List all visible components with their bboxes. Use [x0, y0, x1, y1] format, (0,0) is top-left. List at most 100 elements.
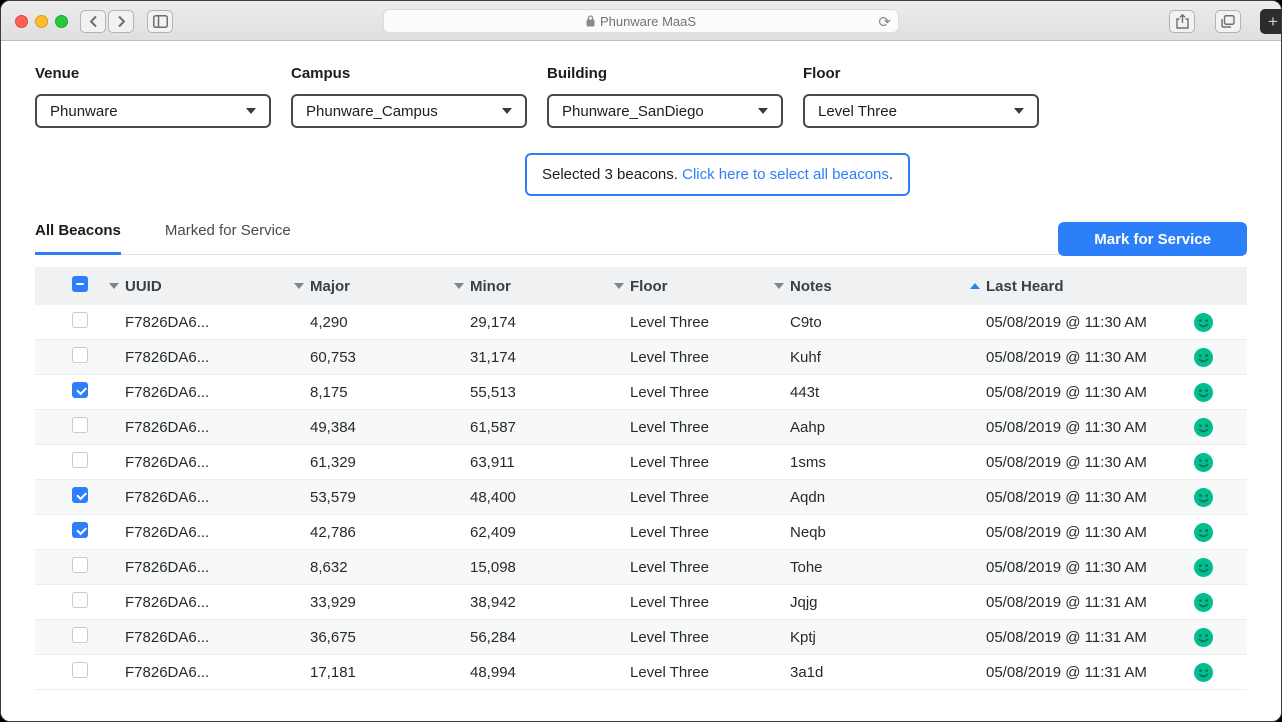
cell-uuid: F7826DA6...	[101, 454, 286, 471]
row-checkbox-cell	[35, 452, 101, 472]
table-row: F7826DA6... 17,181 48,994 Level Three 3a…	[35, 655, 1247, 690]
row-checkbox-cell	[35, 522, 101, 542]
healthy-smiley-icon	[1194, 628, 1213, 647]
table-row: F7826DA6... 8,175 55,513 Level Three 443…	[35, 375, 1247, 410]
row-checkbox[interactable]	[72, 417, 88, 433]
cell-last-heard: 05/08/2019 @ 11:30 AM	[962, 489, 1187, 506]
column-header-major[interactable]: Major	[286, 278, 446, 295]
row-checkbox[interactable]	[72, 347, 88, 363]
cell-uuid: F7826DA6...	[101, 349, 286, 366]
table-row: F7826DA6... 61,329 63,911 Level Three 1s…	[35, 445, 1247, 480]
cell-status	[1187, 593, 1247, 612]
chevron-down-icon	[502, 108, 512, 114]
column-header-minor[interactable]: Minor	[446, 278, 606, 295]
sort-down-icon[interactable]	[294, 283, 304, 289]
tab-all-beacons[interactable]: All Beacons	[35, 222, 121, 255]
table-row: F7826DA6... 33,929 38,942 Level Three Jq…	[35, 585, 1247, 620]
cell-floor: Level Three	[606, 629, 766, 646]
cell-status	[1187, 628, 1247, 647]
minimize-button[interactable]	[35, 15, 48, 28]
page-title: Phunware MaaS	[600, 14, 696, 29]
chevron-down-icon	[1014, 108, 1024, 114]
cell-minor: 61,587	[446, 419, 606, 436]
cell-minor: 62,409	[446, 524, 606, 541]
selection-notice-period: .	[889, 166, 893, 183]
cell-minor: 48,400	[446, 489, 606, 506]
healthy-smiley-icon	[1194, 383, 1213, 402]
share-icon	[1176, 14, 1189, 29]
table-row: F7826DA6... 53,579 48,400 Level Three Aq…	[35, 480, 1247, 515]
building-select[interactable]: Phunware_SanDiego	[547, 94, 783, 128]
cell-floor: Level Three	[606, 559, 766, 576]
share-button[interactable]	[1169, 10, 1195, 33]
sort-up-icon[interactable]	[970, 283, 980, 289]
cell-last-heard: 05/08/2019 @ 11:31 AM	[962, 664, 1187, 681]
tab-overview-button[interactable]	[1215, 10, 1241, 33]
cell-minor: 31,174	[446, 349, 606, 366]
sort-down-icon[interactable]	[774, 283, 784, 289]
sidebar-toggle-button[interactable]	[147, 10, 173, 33]
table-row: F7826DA6... 49,384 61,587 Level Three Aa…	[35, 410, 1247, 445]
refresh-icon[interactable]: ⟳	[878, 13, 891, 31]
floor-filter: Floor Level Three	[803, 65, 1039, 128]
zoom-button[interactable]	[55, 15, 68, 28]
row-checkbox-cell	[35, 627, 101, 647]
row-checkbox[interactable]	[72, 312, 88, 328]
lock-icon	[586, 15, 595, 27]
plus-button[interactable]: +	[1260, 9, 1282, 34]
column-header-last-heard[interactable]: Last Heard	[962, 278, 1187, 295]
row-checkbox[interactable]	[72, 592, 88, 608]
cell-uuid: F7826DA6...	[101, 629, 286, 646]
row-checkbox-cell	[35, 347, 101, 367]
address-bar[interactable]: Phunware MaaS ⟳	[383, 9, 899, 33]
cell-last-heard: 05/08/2019 @ 11:30 AM	[962, 419, 1187, 436]
campus-filter: Campus Phunware_Campus	[291, 65, 527, 128]
cell-uuid: F7826DA6...	[101, 594, 286, 611]
healthy-smiley-icon	[1194, 348, 1213, 367]
select-all-link[interactable]: Click here to select all beacons	[682, 166, 889, 183]
row-checkbox[interactable]	[72, 557, 88, 573]
mark-for-service-button[interactable]: Mark for Service	[1058, 222, 1247, 256]
forward-button[interactable]	[108, 10, 134, 33]
cell-status	[1187, 383, 1247, 402]
selection-notice: Selected 3 beacons. Click here to select…	[525, 153, 910, 196]
row-checkbox[interactable]	[72, 522, 88, 538]
healthy-smiley-icon	[1194, 523, 1213, 542]
sort-down-icon[interactable]	[109, 283, 119, 289]
row-checkbox[interactable]	[72, 662, 88, 678]
cell-notes: 443t	[766, 384, 962, 401]
floor-select[interactable]: Level Three	[803, 94, 1039, 128]
column-header-floor[interactable]: Floor	[606, 278, 766, 295]
healthy-smiley-icon	[1194, 418, 1213, 437]
cell-floor: Level Three	[606, 594, 766, 611]
close-button[interactable]	[15, 15, 28, 28]
back-button[interactable]	[80, 10, 106, 33]
cell-floor: Level Three	[606, 454, 766, 471]
cell-last-heard: 05/08/2019 @ 11:30 AM	[962, 349, 1187, 366]
cell-notes: Kptj	[766, 629, 962, 646]
row-checkbox[interactable]	[72, 627, 88, 643]
tab-marked-for-service[interactable]: Marked for Service	[165, 222, 291, 254]
select-all-checkbox[interactable]	[72, 276, 88, 292]
row-checkbox[interactable]	[72, 382, 88, 398]
cell-floor: Level Three	[606, 384, 766, 401]
sort-down-icon[interactable]	[614, 283, 624, 289]
cell-floor: Level Three	[606, 664, 766, 681]
cell-status	[1187, 488, 1247, 507]
row-checkbox[interactable]	[72, 452, 88, 468]
row-checkbox-cell	[35, 312, 101, 332]
cell-major: 17,181	[286, 664, 446, 681]
cell-last-heard: 05/08/2019 @ 11:30 AM	[962, 524, 1187, 541]
campus-select[interactable]: Phunware_Campus	[291, 94, 527, 128]
sort-down-icon[interactable]	[454, 283, 464, 289]
row-checkbox-cell	[35, 592, 101, 612]
cell-floor: Level Three	[606, 349, 766, 366]
cell-major: 42,786	[286, 524, 446, 541]
column-header-uuid[interactable]: UUID	[101, 278, 286, 295]
column-header-notes[interactable]: Notes	[766, 278, 962, 295]
cell-last-heard: 05/08/2019 @ 11:30 AM	[962, 454, 1187, 471]
row-checkbox[interactable]	[72, 487, 88, 503]
cell-major: 53,579	[286, 489, 446, 506]
cell-last-heard: 05/08/2019 @ 11:31 AM	[962, 594, 1187, 611]
venue-select[interactable]: Phunware	[35, 94, 271, 128]
